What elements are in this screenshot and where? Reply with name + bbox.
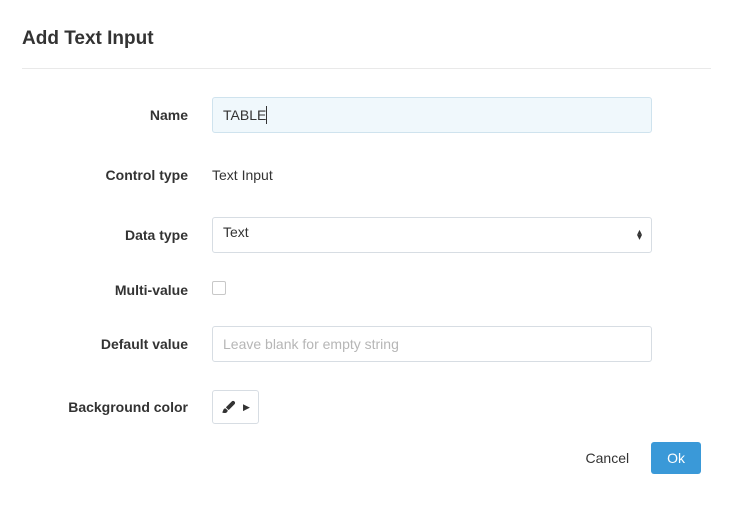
- row-default-value: Default value: [22, 326, 711, 362]
- default-value-input[interactable]: [212, 326, 652, 362]
- ok-button[interactable]: Ok: [651, 442, 701, 474]
- name-input[interactable]: TABLE: [212, 97, 652, 133]
- dialog-title: Add Text Input: [22, 28, 711, 50]
- name-input-value: TABLE: [223, 107, 266, 123]
- row-multi-value: Multi-value: [22, 281, 711, 298]
- label-name: Name: [22, 107, 212, 123]
- row-data-type: Data type Text ▴▾: [22, 217, 711, 253]
- row-control-type: Control type Text Input: [22, 161, 711, 189]
- row-name: Name TABLE: [22, 97, 711, 133]
- cancel-button[interactable]: Cancel: [582, 442, 634, 474]
- data-type-select[interactable]: Text: [212, 217, 652, 253]
- control-type-value: Text Input: [212, 161, 652, 189]
- label-background-color: Background color: [22, 399, 212, 415]
- label-default-value: Default value: [22, 336, 212, 352]
- label-data-type: Data type: [22, 227, 212, 243]
- dialog-footer: Cancel Ok: [22, 442, 711, 474]
- brush-icon: [221, 399, 237, 415]
- row-background-color: Background color ▶: [22, 390, 711, 424]
- text-cursor: [266, 106, 267, 124]
- label-control-type: Control type: [22, 167, 212, 183]
- label-multi-value: Multi-value: [22, 282, 212, 298]
- background-color-picker[interactable]: ▶: [212, 390, 259, 424]
- divider: [22, 68, 711, 69]
- multi-value-checkbox[interactable]: [212, 281, 226, 295]
- form: Name TABLE Control type Text Input Data …: [22, 97, 711, 424]
- caret-right-icon: ▶: [243, 402, 250, 413]
